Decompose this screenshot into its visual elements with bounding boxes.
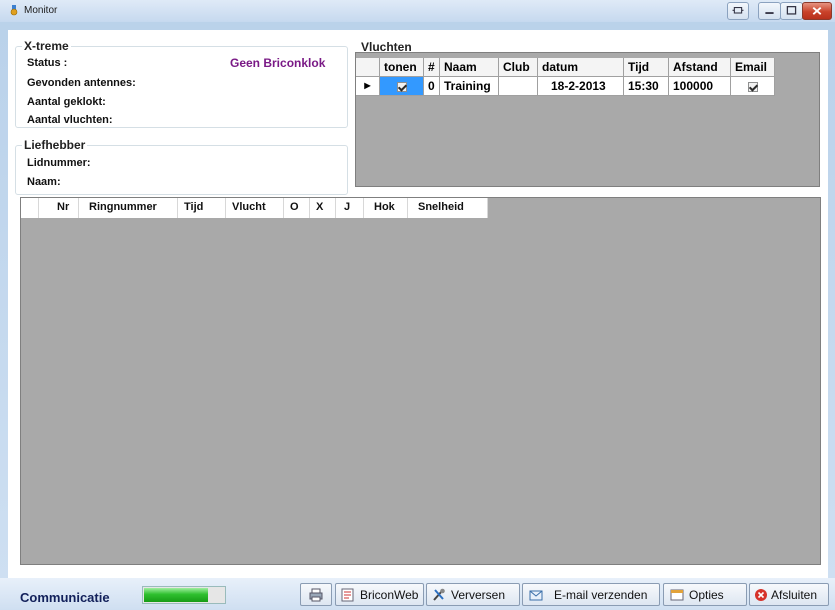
column-header-nr[interactable]: #: [424, 58, 440, 77]
column-header-vlucht[interactable]: Vlucht: [226, 198, 284, 218]
briconweb-button[interactable]: BriconWeb: [335, 583, 424, 606]
send-email-label: E-mail verzenden: [554, 587, 648, 602]
close-circle-icon: [755, 588, 767, 601]
cell-datum: 18-2-2013: [538, 77, 624, 96]
column-header-nr[interactable]: Nr: [39, 198, 79, 218]
column-header-tonen[interactable]: tonen: [380, 58, 424, 77]
cell-afstand: 100000: [669, 77, 731, 96]
column-header-naam[interactable]: Naam: [440, 58, 499, 77]
cell-tonen[interactable]: [380, 77, 424, 96]
close-icon: [812, 6, 822, 15]
options-button[interactable]: Opties: [663, 583, 747, 606]
column-header-club[interactable]: Club: [499, 58, 538, 77]
row-header-corner: [356, 58, 380, 77]
communication-label: Communicatie: [20, 590, 110, 605]
row-selector[interactable]: ▶: [356, 77, 380, 96]
envelope-icon: [529, 590, 543, 600]
cell-nr: 0: [424, 77, 440, 96]
maximize-icon: [786, 6, 797, 15]
close-app-label: Afsluiten: [771, 587, 818, 602]
row-pointer-icon: ▶: [364, 81, 371, 90]
column-header-x[interactable]: X: [310, 198, 336, 218]
column-header-email[interactable]: Email: [731, 58, 775, 77]
column-header-ringnummer[interactable]: Ringnummer: [79, 198, 178, 218]
restore-icon-button[interactable]: [727, 2, 749, 20]
refresh-label: Verversen: [451, 587, 506, 602]
main-client-area: X-treme Status : Geen Briconklok Gevonde…: [8, 30, 828, 610]
cell-naam: Training: [440, 77, 499, 96]
flights-grid-row[interactable]: ▶ 0 Training 18-2-2013 15:30 100000: [356, 77, 775, 96]
column-header-afstand[interactable]: Afstand: [669, 58, 731, 77]
maximize-button[interactable]: [780, 2, 803, 20]
flights-count-label: Aantal vluchten:: [27, 114, 113, 126]
status-value: Geen Briconklok: [230, 56, 326, 70]
bottom-toolbar: Communicatie BriconWeb Verversen E-mail …: [0, 578, 835, 610]
column-header-tijd[interactable]: Tijd: [178, 198, 226, 218]
xtreme-group-title: X-treme: [22, 39, 71, 53]
antennas-label: Gevonden antennes:: [27, 77, 136, 89]
minimize-button[interactable]: [758, 2, 781, 20]
minimize-icon: [765, 12, 774, 14]
print-button[interactable]: [300, 583, 332, 606]
email-checkbox[interactable]: [747, 81, 758, 92]
flights-grid[interactable]: tonen # Naam Club datum Tijd Afstand Ema…: [355, 52, 820, 187]
column-header-hok[interactable]: Hok: [364, 198, 408, 218]
birds-row-header-corner: [21, 198, 39, 218]
column-header-j[interactable]: J: [336, 198, 364, 218]
name-label: Naam:: [27, 176, 61, 188]
restore-icon: [732, 7, 744, 14]
status-label: Status :: [27, 57, 68, 69]
refresh-button[interactable]: Verversen: [426, 583, 520, 606]
column-header-snelheid[interactable]: Snelheid: [408, 198, 488, 218]
medal-icon: [10, 5, 18, 16]
title-bar: Monitor: [0, 0, 835, 22]
printer-icon: [309, 588, 323, 601]
member-number-label: Lidnummer:: [27, 157, 91, 169]
clocked-label: Aantal geklokt:: [27, 96, 106, 108]
cell-email[interactable]: [731, 77, 775, 96]
options-label: Opties: [689, 587, 724, 602]
flights-grid-header: tonen # Naam Club datum Tijd Afstand Ema…: [356, 58, 775, 77]
close-window-button[interactable]: [802, 2, 832, 20]
birds-grid-header: Nr Ringnummer Tijd Vlucht O X J Hok Snel…: [21, 198, 488, 218]
column-header-o[interactable]: O: [284, 198, 310, 218]
progress-fill: [144, 588, 208, 602]
cell-tijd: 15:30: [624, 77, 669, 96]
cell-club: [499, 77, 538, 96]
liefhebber-group-title: Liefhebber: [22, 138, 88, 152]
communication-progress-bar: [142, 586, 226, 604]
column-header-datum[interactable]: datum: [538, 58, 624, 77]
briconweb-label: BriconWeb: [360, 587, 419, 602]
xtreme-group: X-treme Status : Geen Briconklok Gevonde…: [15, 39, 348, 128]
tonen-checkbox[interactable]: [396, 81, 407, 92]
clocked-birds-grid[interactable]: Nr Ringnummer Tijd Vlucht O X J Hok Snel…: [20, 197, 821, 565]
close-app-button[interactable]: Afsluiten: [749, 583, 829, 606]
window-title: Monitor: [24, 5, 58, 16]
refresh-tools-icon: [433, 588, 445, 601]
options-window-icon: [670, 589, 684, 600]
column-header-tijd[interactable]: Tijd: [624, 58, 669, 77]
document-edit-icon: [341, 588, 354, 601]
send-email-button[interactable]: E-mail verzenden: [522, 583, 660, 606]
liefhebber-group: Liefhebber Lidnummer: Naam:: [15, 138, 348, 195]
